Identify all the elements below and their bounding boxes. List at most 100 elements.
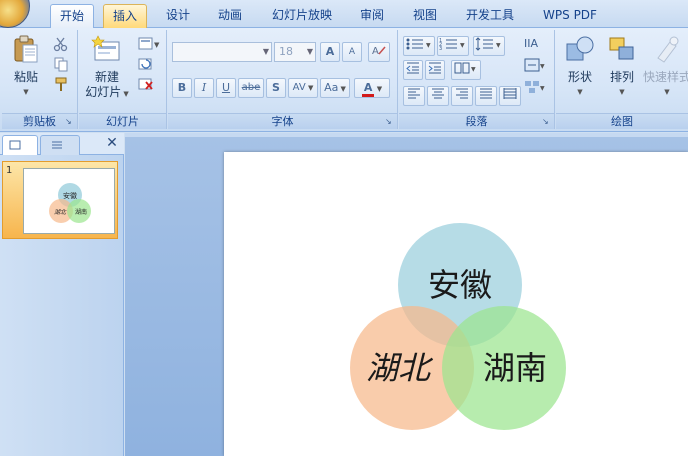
font-group: ▼ 18 ▼ A A A B I U abe S AV ▼ Aa ▼ A ▼ 字… xyxy=(168,30,398,129)
new-slide-label-line2: 幻灯片 ▼ xyxy=(85,85,129,99)
align-right-icon xyxy=(456,88,468,99)
line-spacing-button[interactable]: ▼ xyxy=(473,36,505,56)
clear-format-icon: A xyxy=(372,46,386,57)
tab-home[interactable]: 开始 xyxy=(50,4,94,28)
align-center-icon xyxy=(432,88,444,99)
shrink-font-button[interactable]: A xyxy=(342,42,362,62)
tab-insert[interactable]: 插入 xyxy=(103,4,147,28)
slide-number: 1 xyxy=(6,165,13,176)
quick-styles-button[interactable]: 快速样式 ▼ xyxy=(642,34,688,100)
align-center-button[interactable] xyxy=(427,86,449,106)
font-size-combo[interactable]: 18 ▼ xyxy=(274,42,316,62)
change-case-button[interactable]: Aa ▼ xyxy=(320,78,350,98)
numbering-icon: 123 ▼ xyxy=(439,38,465,52)
strikethrough-button[interactable]: abe xyxy=(238,78,264,98)
thumb-label-top: 安徽 xyxy=(63,191,77,200)
shapes-dropdown-arrow[interactable]: ▼ xyxy=(560,85,600,100)
tab-wps-pdf[interactable]: WPS PDF xyxy=(534,4,606,28)
copy-icon[interactable] xyxy=(52,56,70,72)
columns-icon: ▼ xyxy=(454,62,476,74)
tab-review[interactable]: 审阅 xyxy=(350,4,394,28)
tab-design[interactable]: 设计 xyxy=(156,4,200,28)
font-color-button[interactable]: A ▼ xyxy=(354,78,390,98)
tab-animation[interactable]: 动画 xyxy=(208,4,252,28)
paragraph-group: ▼ 1 2 3 ▼ ▼ ▼ IIA ▼ ▼ 段落 ↘ xyxy=(399,30,555,129)
columns-button[interactable]: ▼ xyxy=(451,60,481,80)
bullets-button[interactable]: ▼ xyxy=(403,36,435,56)
font-launcher-icon[interactable]: ↘ xyxy=(385,117,394,126)
ribbon: 粘贴 ▼ 剪贴板 ↘ 新建 幻灯片 ▼ ▼ 幻灯片 ▼ 18 ▼ A A A B… xyxy=(0,28,688,132)
drawing-group: 形状 ▼ 排列 ▼ 快速样式 ▼ 绘图 xyxy=(556,30,688,129)
reset-slide-icon[interactable] xyxy=(137,56,155,72)
justify-button[interactable] xyxy=(475,86,497,106)
cut-icon[interactable] xyxy=(52,36,70,52)
arrange-dropdown-arrow[interactable]: ▼ xyxy=(602,85,642,100)
shapes-button[interactable]: 形状 ▼ xyxy=(560,34,600,100)
increase-indent-button[interactable] xyxy=(425,60,445,80)
svg-text:▼: ▼ xyxy=(496,42,501,49)
slide-canvas[interactable]: 安徽 湖北 湖南 xyxy=(224,152,688,456)
tab-view[interactable]: 视图 xyxy=(403,4,447,28)
close-pane-icon[interactable]: ✕ xyxy=(104,135,120,151)
paste-button[interactable]: 粘贴 ▼ xyxy=(6,34,46,100)
paragraph-launcher-icon[interactable]: ↘ xyxy=(542,117,551,126)
numbering-button[interactable]: 1 2 3 ▼ xyxy=(437,36,469,56)
slide-editing-area: 安徽 湖北 湖南 xyxy=(125,133,688,456)
format-painter-icon[interactable] xyxy=(52,76,70,92)
bullets-icon: ▼ xyxy=(406,38,431,50)
align-right-button[interactable] xyxy=(451,86,473,106)
workarea-top-strip xyxy=(125,133,688,137)
thumb-label-right: 湖南 xyxy=(75,208,87,216)
outline-view-icon xyxy=(52,141,62,149)
text-shadow-button[interactable]: S xyxy=(266,78,286,98)
layout-icon[interactable]: ▼ xyxy=(137,36,161,52)
align-text-icon[interactable]: ▼ xyxy=(523,56,547,74)
tab-slideshow[interactable]: 幻灯片放映 xyxy=(262,4,342,28)
svg-text:3: 3 xyxy=(439,46,442,51)
distributed-button[interactable] xyxy=(499,86,521,106)
label-hunan: 湖南 xyxy=(483,349,547,387)
svg-text:▼: ▼ xyxy=(540,63,545,70)
grow-font-button[interactable]: A xyxy=(320,42,340,62)
font-name-dropdown-icon[interactable]: ▼ xyxy=(261,43,271,61)
bold-button[interactable]: B xyxy=(172,78,192,98)
svg-text:▼: ▼ xyxy=(471,66,476,73)
increase-indent-icon xyxy=(428,62,441,74)
thumbnail-venn: 安徽 湖北 湖南 xyxy=(49,183,91,223)
label-hubei: 湖北 xyxy=(366,349,434,387)
slide-thumbnail-item[interactable]: 1 安徽 湖北 湖南 xyxy=(2,161,118,239)
slides-tab[interactable] xyxy=(2,135,38,155)
character-spacing-button[interactable]: AV ▼ xyxy=(288,78,318,98)
label-anhui: 安徽 xyxy=(428,266,492,304)
italic-button[interactable]: I xyxy=(194,78,214,98)
font-name-combo[interactable]: ▼ xyxy=(172,42,272,62)
smartart-icon[interactable]: ▼ xyxy=(523,78,547,96)
clipboard-launcher-icon[interactable]: ↘ xyxy=(65,117,74,126)
quick-styles-dropdown-arrow[interactable]: ▼ xyxy=(642,85,688,100)
quick-styles-label: 快速样式 xyxy=(642,70,688,84)
arrange-button[interactable]: 排列 ▼ xyxy=(602,34,642,100)
slides-group-label: 幻灯片 xyxy=(79,113,166,129)
font-group-label: 字体 xyxy=(168,113,397,129)
clipboard-group: 粘贴 ▼ 剪贴板 ↘ xyxy=(2,30,78,129)
slide-thumbnail[interactable]: 安徽 湖北 湖南 xyxy=(23,168,115,234)
clear-format-button[interactable]: A xyxy=(368,42,390,62)
paste-icon xyxy=(14,35,38,63)
delete-slide-icon[interactable] xyxy=(137,76,155,92)
ribbon-tab-bar: 开始 插入 设计 动画 幻灯片放映 审阅 视图 开发工具 WPS PDF xyxy=(0,0,688,28)
decrease-indent-button[interactable] xyxy=(403,60,423,80)
font-size-dropdown-icon[interactable]: ▼ xyxy=(305,43,315,61)
decrease-indent-icon xyxy=(406,62,419,74)
new-slide-label-line1: 新建 xyxy=(94,70,119,84)
svg-text:▼: ▼ xyxy=(426,42,431,49)
slides-outline-pane: ✕ 1 安徽 湖北 湖南 xyxy=(0,133,124,456)
drawing-group-label: 绘图 xyxy=(556,113,688,129)
tab-developer[interactable]: 开发工具 xyxy=(456,4,524,28)
align-left-button[interactable] xyxy=(403,86,425,106)
paste-dropdown-arrow[interactable]: ▼ xyxy=(6,85,46,100)
office-button[interactable] xyxy=(0,0,30,28)
underline-button[interactable]: U xyxy=(216,78,236,98)
text-direction-icon[interactable]: IIA xyxy=(523,34,547,52)
outline-tab[interactable] xyxy=(40,135,80,155)
new-slide-button[interactable]: 新建 幻灯片 ▼ xyxy=(81,34,133,102)
